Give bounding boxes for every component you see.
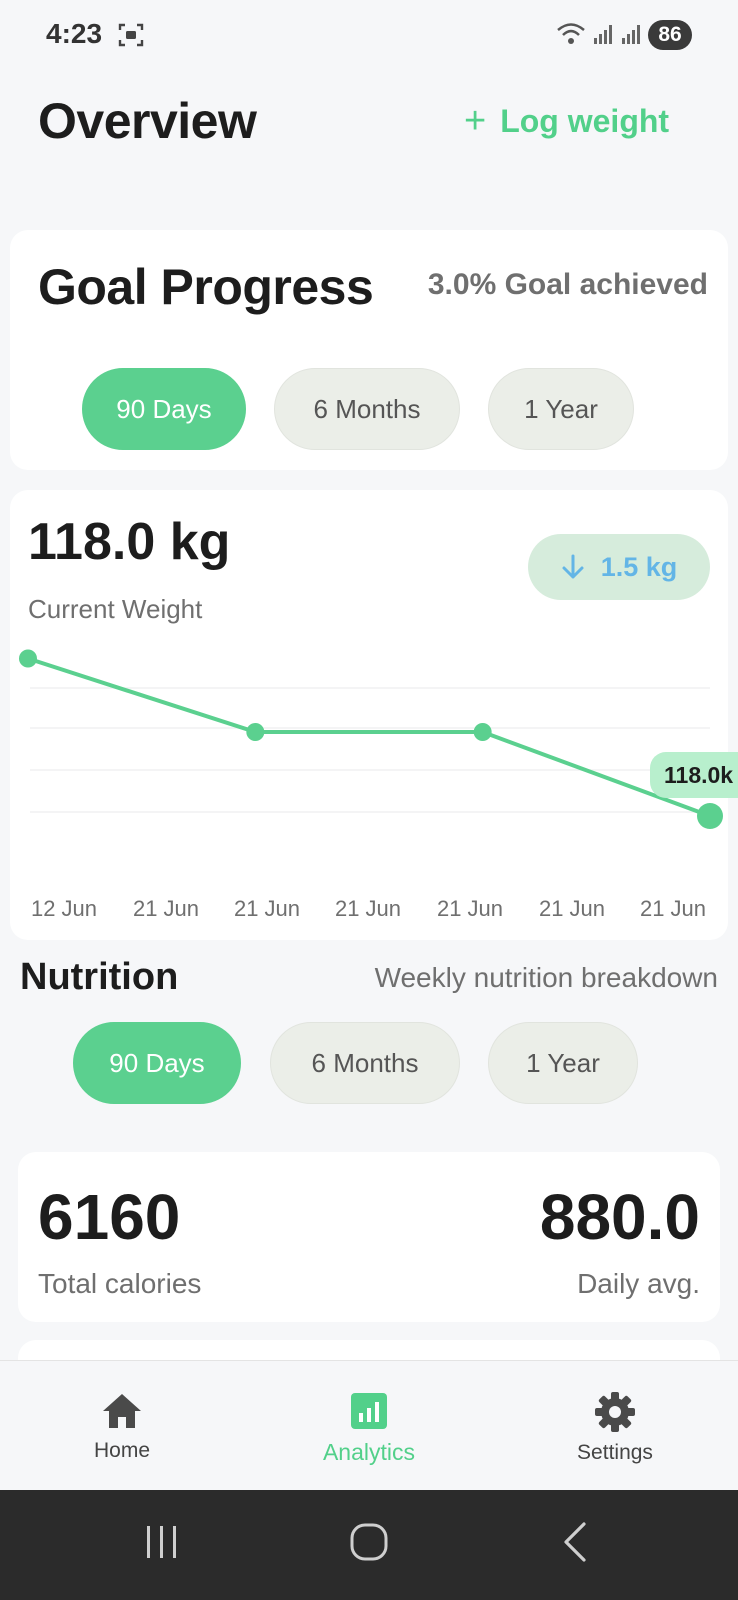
bottom-navigation: Home Analytics Settings [0, 1360, 738, 1490]
home-icon [103, 1394, 141, 1428]
weight-line-chart: 118.0k 12 Jun 21 Jun 21 Jun 21 Jun 21 Jun 21 J… [19, 649, 738, 921]
nutrition-title: Nutrition [20, 956, 179, 998]
x-tick-label: 21 Jun [133, 896, 199, 921]
data-point[interactable] [246, 723, 265, 741]
back-icon[interactable] [560, 1520, 590, 1564]
x-tick-label: 21 Jun [234, 896, 300, 921]
nav-item-settings[interactable]: Settings [525, 1391, 705, 1465]
gear-icon [595, 1392, 635, 1432]
total-calories-value: 6160 [38, 1181, 181, 1253]
calories-summary-card: 6160 Total calories 880.0 Daily avg. [18, 1152, 720, 1322]
system-navigation-bar [0, 1490, 738, 1600]
x-tick-label: 21 Jun [335, 896, 401, 921]
weight-series-line [27, 656, 711, 818]
data-point[interactable] [19, 649, 37, 668]
x-tick-label: 21 Jun [640, 896, 706, 921]
total-calories-label: Total calories [38, 1268, 202, 1299]
daily-average-label: Daily avg. [577, 1268, 700, 1299]
nav-label-home: Home [93, 1439, 151, 1462]
nutrition-range-pill-1-year[interactable]: 1 Year [488, 1022, 638, 1104]
analytics-icon [351, 1393, 387, 1429]
nav-label-settings: Settings [577, 1441, 653, 1464]
nutrition-subtitle: Weekly nutrition breakdown [374, 962, 718, 993]
nav-item-home[interactable]: Home [32, 1391, 212, 1463]
x-tick-label: 21 Jun [437, 896, 503, 921]
data-point[interactable] [697, 803, 723, 829]
recent-apps-icon[interactable] [142, 1520, 182, 1564]
daily-average-value: 880.0 [539, 1181, 700, 1253]
nav-item-analytics[interactable]: Analytics [279, 1391, 459, 1466]
point-tooltip-text: 118.0k [664, 762, 733, 788]
nutrition-range-pill-6-months[interactable]: 6 Months [270, 1022, 460, 1104]
nutrition-range-pill-90-days[interactable]: 90 Days [73, 1022, 241, 1104]
data-point[interactable] [473, 723, 492, 741]
x-tick-label: 21 Jun [539, 896, 605, 921]
nav-label-analytics: Analytics [322, 1439, 416, 1465]
x-tick-label: 12 Jun [31, 896, 97, 921]
home-system-icon[interactable] [348, 1520, 390, 1564]
